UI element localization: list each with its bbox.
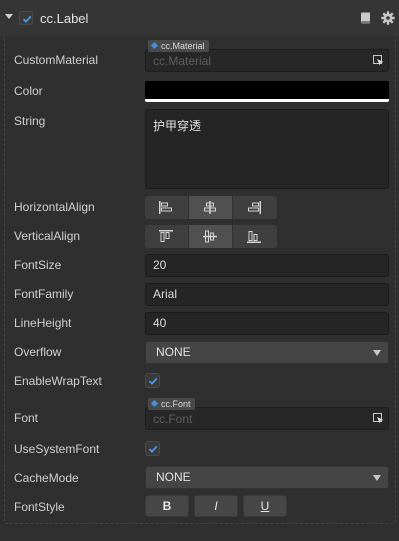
italic-button[interactable]: I bbox=[194, 495, 238, 517]
string-textarea[interactable]: 护甲穿透 bbox=[145, 109, 389, 189]
align-left-button[interactable] bbox=[145, 196, 189, 219]
chevron-down-icon bbox=[373, 475, 381, 481]
font-type-tag: cc.Font bbox=[148, 398, 195, 410]
asset-picker-icon[interactable] bbox=[373, 55, 384, 66]
custom-material-field[interactable]: cc.Material cc.Material bbox=[145, 40, 389, 72]
asset-picker-icon[interactable] bbox=[373, 413, 384, 424]
component-header: cc.Label bbox=[0, 0, 399, 36]
component-title: cc.Label bbox=[40, 11, 89, 26]
enable-wrap-text-checkbox[interactable] bbox=[145, 373, 160, 388]
cache-mode-label: CacheMode bbox=[14, 471, 79, 485]
chevron-down-icon bbox=[373, 350, 381, 356]
overflow-select[interactable]: NONE bbox=[145, 341, 389, 364]
caret-down-icon[interactable] bbox=[5, 14, 13, 19]
gear-icon[interactable] bbox=[381, 11, 395, 25]
checkmark-icon bbox=[148, 445, 158, 453]
font-field[interactable]: cc.Font cc.Font bbox=[145, 398, 389, 430]
checkmark-icon bbox=[148, 377, 158, 385]
use-system-font-label: UseSystemFont bbox=[14, 442, 100, 456]
font-label: Font bbox=[14, 411, 39, 425]
bold-button[interactable]: B bbox=[145, 495, 189, 517]
custom-material-type-tag: cc.Material bbox=[148, 40, 209, 52]
valign-top-button[interactable] bbox=[145, 225, 189, 248]
valign-bottom-button[interactable] bbox=[233, 225, 277, 248]
horizontal-align-label: HorizontalAlign bbox=[14, 200, 95, 214]
horizontal-align-group bbox=[145, 196, 277, 219]
string-label: String bbox=[14, 114, 46, 128]
color-swatch[interactable] bbox=[145, 81, 389, 102]
custom-material-label: CustomMaterial bbox=[14, 53, 99, 67]
overflow-value: NONE bbox=[156, 345, 191, 359]
font-value: cc.Font bbox=[153, 412, 193, 426]
font-family-input[interactable]: Arial bbox=[145, 283, 389, 306]
line-height-input[interactable]: 40 bbox=[145, 312, 389, 335]
use-system-font-checkbox[interactable] bbox=[145, 441, 160, 456]
align-center-icon bbox=[204, 201, 216, 214]
align-right-button[interactable] bbox=[233, 196, 277, 219]
align-right-icon bbox=[248, 201, 261, 214]
cache-mode-value: NONE bbox=[156, 470, 191, 484]
color-label: Color bbox=[14, 84, 43, 98]
component-enabled-checkbox[interactable] bbox=[19, 11, 33, 25]
font-style-label: FontStyle bbox=[14, 500, 65, 514]
align-center-button[interactable] bbox=[189, 196, 233, 219]
valign-bottom-icon bbox=[247, 231, 261, 243]
line-height-label: LineHeight bbox=[14, 316, 72, 330]
enable-wrap-text-label: EnableWrapText bbox=[14, 374, 102, 388]
font-family-label: FontFamily bbox=[14, 287, 74, 301]
book-icon[interactable] bbox=[360, 12, 371, 24]
vertical-align-group bbox=[145, 225, 277, 248]
overflow-label: Overflow bbox=[14, 345, 62, 359]
cache-mode-select[interactable]: NONE bbox=[145, 466, 389, 489]
valign-center-button[interactable] bbox=[189, 225, 233, 248]
font-size-input[interactable]: 20 bbox=[145, 254, 389, 277]
vertical-align-label: VerticalAlign bbox=[14, 229, 81, 243]
underline-button[interactable]: U bbox=[243, 495, 287, 517]
align-left-icon bbox=[159, 201, 172, 214]
custom-material-value: cc.Material bbox=[153, 54, 212, 68]
valign-top-icon bbox=[159, 230, 173, 242]
valign-center-icon bbox=[203, 230, 217, 243]
font-size-label: FontSize bbox=[14, 258, 62, 272]
